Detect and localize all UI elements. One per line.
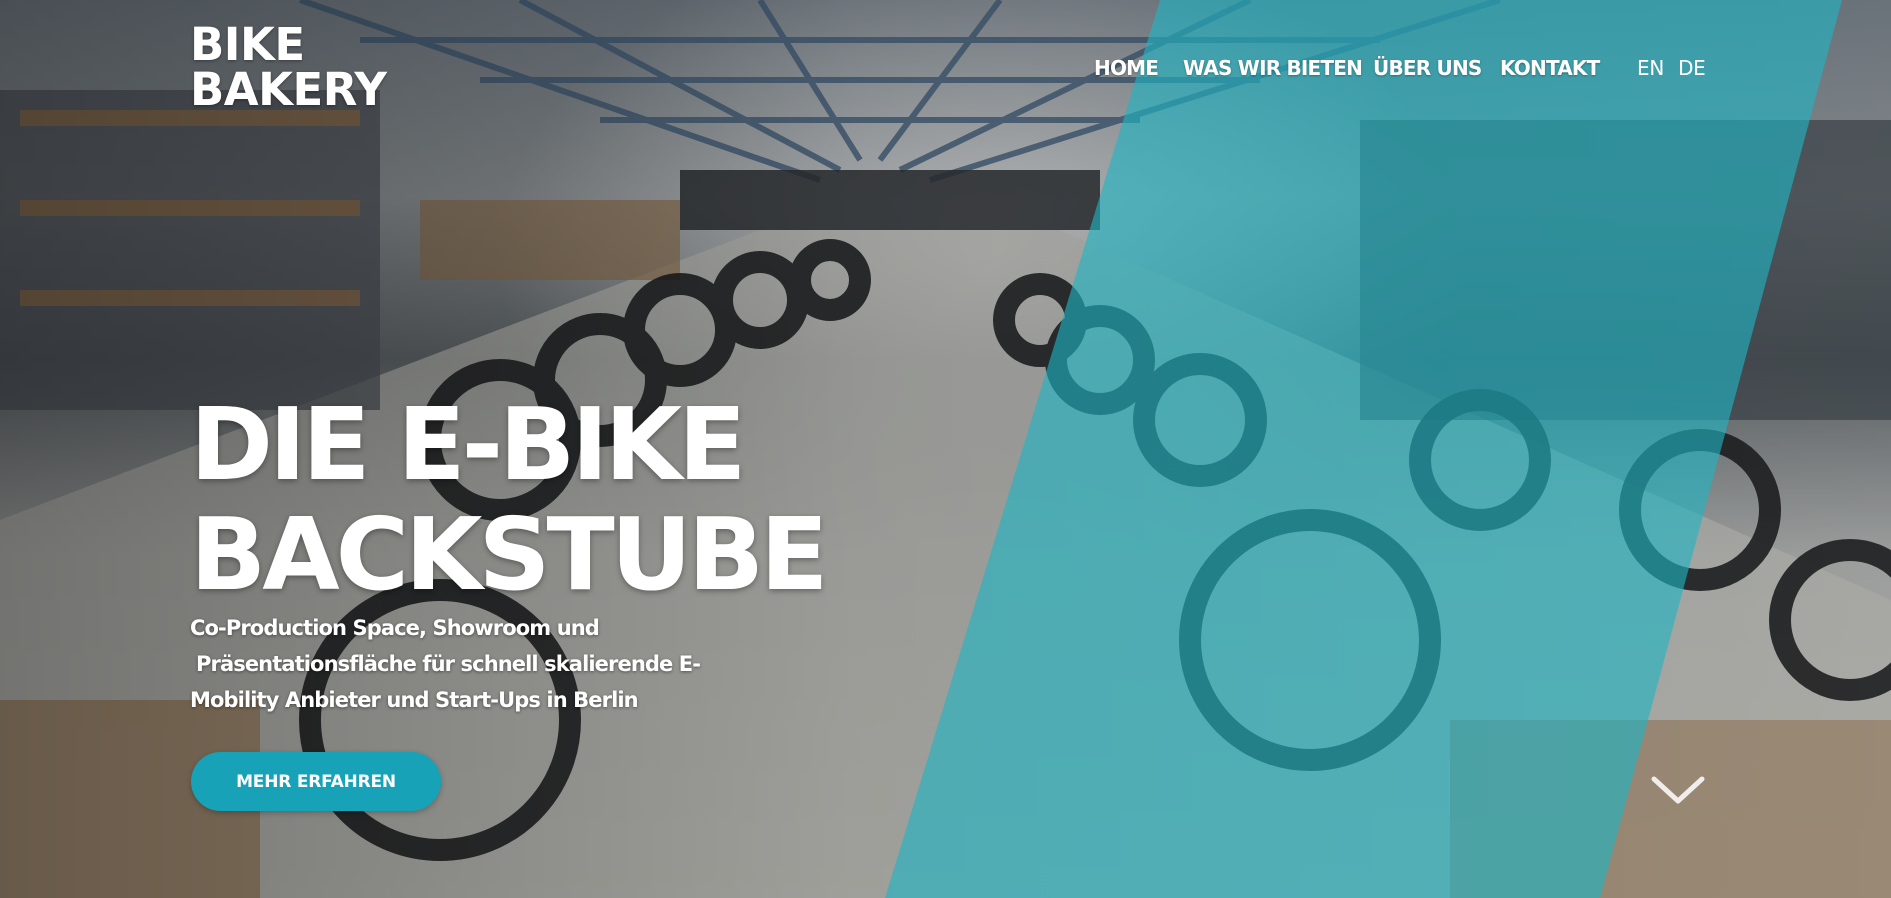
language-de-link[interactable]: DE (1678, 56, 1706, 80)
nav-item-ueber-uns[interactable]: ÜBER UNS (1373, 56, 1482, 80)
main-navigation: HOME WAS WIR BIETEN ÜBER UNS KONTAKT EN … (0, 56, 1891, 86)
hero-headline: DIE E-BIKE BACKSTUBE (190, 386, 828, 613)
headline-line-1: DIE E-BIKE (190, 386, 746, 503)
hero-subtext: Co-Production Space, Showroom und Präsen… (190, 610, 750, 718)
headline-line-2: BACKSTUBE (190, 496, 828, 613)
language-en-link[interactable]: EN (1637, 56, 1664, 80)
chevron-down-icon[interactable] (1650, 775, 1706, 805)
nav-item-was-wir-bieten[interactable]: WAS WIR BIETEN (1183, 56, 1363, 80)
mehr-erfahren-button[interactable]: MEHR ERFAHREN (191, 752, 441, 811)
language-switcher: EN DE (1637, 56, 1706, 80)
nav-item-home[interactable]: HOME (1094, 56, 1159, 80)
subtext-line-2: Präsentationsfläche für schnell skaliere… (196, 652, 701, 676)
subtext-line-3: Mobility Anbieter und Start-Ups in Berli… (190, 688, 639, 712)
hero-section: BIKE BAKERY HOME WAS WIR BIETEN ÜBER UNS… (0, 0, 1891, 898)
subtext-line-1: Co-Production Space, Showroom und (190, 616, 600, 640)
nav-item-kontakt[interactable]: KONTAKT (1500, 56, 1600, 80)
